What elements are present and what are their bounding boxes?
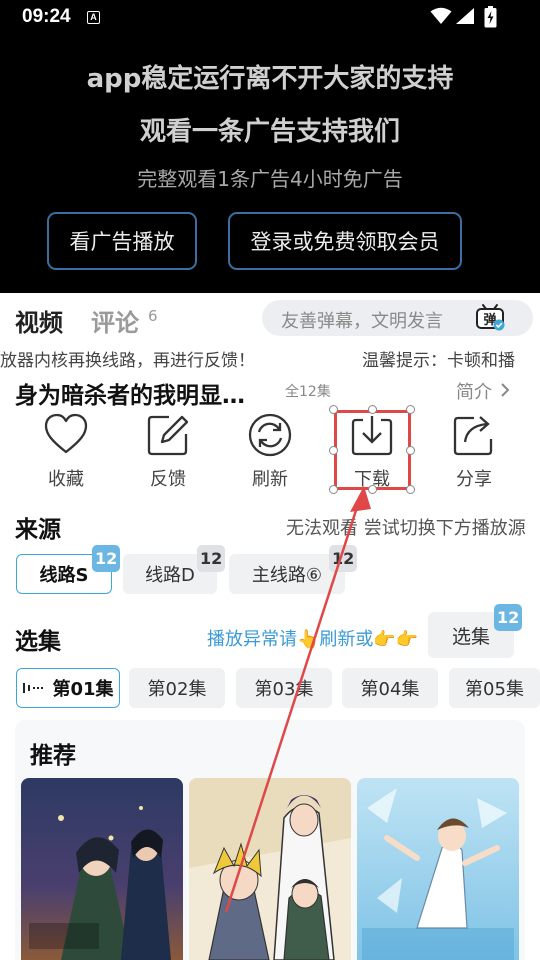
recommend-poster[interactable] <box>357 778 519 960</box>
signal-icon <box>456 8 474 24</box>
danmu-toggle-button[interactable]: 弹 <box>474 302 506 332</box>
feedback-button[interactable]: 反馈 <box>123 410 213 490</box>
chevron-right-icon[interactable] <box>500 382 510 398</box>
login-button[interactable]: 登录或免费领取会员 <box>228 212 462 270</box>
recommend-poster[interactable] <box>21 778 183 960</box>
choose-episode-badge: 12 <box>494 604 523 631</box>
favorite-button[interactable]: 收藏 <box>21 410 111 490</box>
notification-icon: A <box>87 11 100 24</box>
episode-item-05[interactable]: 第05集 <box>449 668 540 708</box>
status-time: 09:24 <box>22 6 71 27</box>
danmu-placeholder: 友善弹幕，文明发言 <box>281 311 443 332</box>
poster-artwork <box>189 778 351 960</box>
selection-handle <box>329 446 338 455</box>
battery-icon <box>484 6 497 28</box>
recommend-title: 推荐 <box>30 743 76 769</box>
episodes-hint: 播放异常请👆刷新或👉👉 <box>207 629 419 650</box>
ad-message-line3: 完整观看1条广告4小时免广告 <box>137 167 403 191</box>
selection-handle <box>406 446 415 455</box>
watch-ad-button[interactable]: 看广告播放 <box>47 212 197 270</box>
playing-icon <box>23 683 44 693</box>
feedback-label: 反馈 <box>150 469 186 490</box>
episodes-title: 选集 <box>15 629 61 655</box>
selection-handle <box>406 405 415 414</box>
share-button[interactable]: 分享 <box>429 410 519 490</box>
selection-handle <box>329 405 338 414</box>
episode-item-04[interactable]: 第04集 <box>342 668 438 708</box>
selection-handle <box>368 485 377 494</box>
episode-label: 第01集 <box>52 679 114 700</box>
line-main-badge: 12 <box>329 545 358 572</box>
line-d-badge: 12 <box>197 545 226 572</box>
tab-comment[interactable]: 评论 <box>91 303 139 338</box>
source-hint: 无法观看 尝试切换下方播放源 <box>286 518 526 539</box>
refresh-button[interactable]: 刷新 <box>225 410 315 490</box>
intro-link[interactable]: 简介 <box>456 378 492 404</box>
ad-overlay: 09:24 A app稳定运行离不开大家的支持 观看一条广告支持我们 完整观看1… <box>0 0 540 293</box>
refresh-icon <box>248 413 292 457</box>
poster-artwork <box>357 778 519 960</box>
selection-highlight-box <box>334 410 411 490</box>
share-icon <box>453 416 493 456</box>
episode-item-01[interactable]: 第01集 <box>16 668 120 708</box>
danmu-icon: 弹 <box>476 304 505 331</box>
source-title: 来源 <box>15 517 61 543</box>
favorite-label: 收藏 <box>48 469 84 490</box>
ad-message-line1: app稳定运行离不开大家的支持 <box>86 64 454 94</box>
line-s-badge: 12 <box>92 545 121 572</box>
line-main-button[interactable]: 主线路⑥ <box>229 554 345 594</box>
ad-message-line2: 观看一条广告支持我们 <box>139 117 400 147</box>
selection-handle <box>406 485 415 494</box>
wifi-icon <box>430 7 452 24</box>
selection-handle <box>329 485 338 494</box>
poster-artwork <box>21 778 183 960</box>
notice-scroll-left: 放器内核再换线路，再进行反馈！ <box>0 351 255 371</box>
selection-handle <box>368 405 377 414</box>
status-bar: 09:24 A <box>0 0 540 34</box>
notice-scroll-right: 温馨提示：卡顿和播 <box>362 351 515 371</box>
recommend-poster[interactable] <box>189 778 351 960</box>
episode-total: 全12集 <box>285 384 331 400</box>
share-label: 分享 <box>456 469 492 490</box>
episode-item-03[interactable]: 第03集 <box>236 668 332 708</box>
heart-icon <box>44 413 88 454</box>
video-title: 身为暗杀者的我明显… <box>15 383 245 409</box>
refresh-label: 刷新 <box>252 469 288 490</box>
tab-video[interactable]: 视频 <box>15 303 63 338</box>
episode-item-02[interactable]: 第02集 <box>129 668 225 708</box>
comment-count: 6 <box>148 307 158 325</box>
edit-icon <box>147 415 189 456</box>
